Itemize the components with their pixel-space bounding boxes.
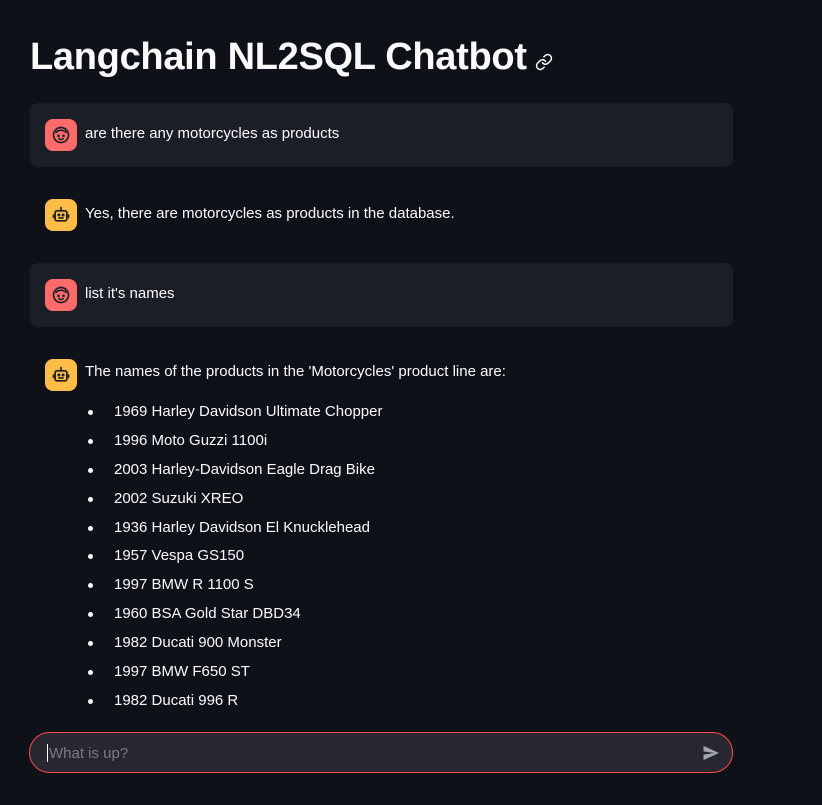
chat-input[interactable] (47, 733, 691, 774)
chat-message-user: are there any motorcycles as products (30, 103, 733, 167)
app-page: Langchain NL2SQL Chatbot are there any m… (0, 0, 822, 805)
list-item: 1997 BMW F650 ST (85, 660, 382, 689)
list-item: 1996 Moto Guzzi 1100i (85, 429, 382, 458)
list-item: 1957 Vespa GS150 (85, 544, 382, 573)
user-face-icon (45, 119, 77, 151)
list-item: 1982 Ducati 996 R (85, 689, 382, 718)
text-caret (47, 744, 48, 762)
page-title: Langchain NL2SQL Chatbot (30, 36, 527, 78)
list-item: 1936 Harley Davidson El Knucklehead (85, 516, 382, 545)
send-icon[interactable] (700, 742, 722, 764)
chat-input-container[interactable] (29, 732, 733, 774)
user-face-icon (45, 279, 77, 311)
list-item: 1982 Ducati 900 Monster (85, 631, 382, 660)
robot-icon (45, 199, 77, 231)
title-row: Langchain NL2SQL Chatbot (30, 36, 553, 79)
list-item: 1969 Harley Davidson Ultimate Chopper (85, 400, 382, 429)
product-list: 1969 Harley Davidson Ultimate Chopper 19… (85, 400, 382, 718)
list-item: 2002 Suzuki XREO (85, 487, 382, 516)
message-text: are there any motorcycles as products (85, 125, 340, 142)
chat-message-assistant: Yes, there are motorcycles as products i… (30, 183, 733, 247)
chat-message-user: list it's names (30, 263, 733, 327)
message-text: list it's names (85, 285, 175, 302)
message-text: The names of the products in the 'Motorc… (85, 363, 506, 380)
list-item: 2003 Harley-Davidson Eagle Drag Bike (85, 458, 382, 487)
link-icon[interactable] (535, 53, 553, 71)
list-item: 1997 BMW R 1100 S (85, 573, 382, 602)
list-item: 1960 BSA Gold Star DBD34 (85, 602, 382, 631)
message-text: Yes, there are motorcycles as products i… (85, 205, 455, 222)
robot-icon (45, 359, 77, 391)
